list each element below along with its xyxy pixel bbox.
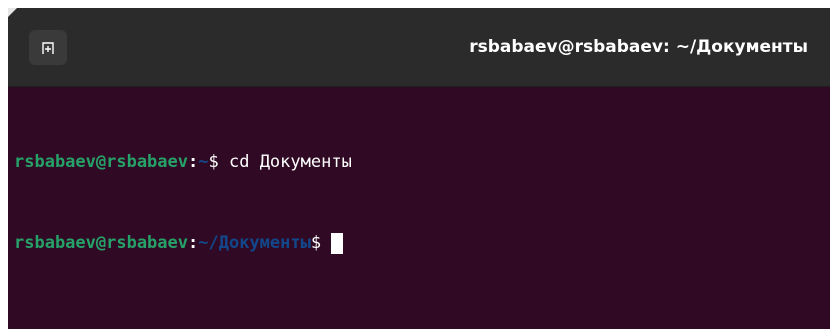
prompt-separator: : [188,233,199,253]
prompt-path: ~ [198,152,209,172]
terminal-line: rsbabaev@rsbabaev: ~ $ cd Документы [14,149,824,176]
title-bar: rsbabaev@rsbabaev: ~/Документы [8,8,830,87]
new-tab-icon [42,41,54,54]
prompt-path: ~/Документы [198,233,311,253]
terminal-output[interactable]: rsbabaev@rsbabaev: ~ $ cd Документы rsbaba… [14,95,824,325]
window-title: rsbabaev@rsbabaev: ~/Документы [469,37,808,57]
command-text: cd Документы [218,152,352,172]
text-cursor [331,233,344,254]
prompt-user-host: rsbabaev@rsbabaev [14,152,188,172]
prompt-symbol: $ [310,233,322,253]
prompt-symbol: $ [208,152,219,172]
prompt-user-host: rsbabaev@rsbabaev [14,233,188,253]
terminal-line: rsbabaev@rsbabaev: ~/Документы $ [14,230,824,257]
prompt-separator: : [188,152,199,172]
terminal-window: rsbabaev@rsbabaev: ~/Документы rsbabaev@… [8,8,830,329]
window-corner-mark [8,8,17,17]
new-tab-button[interactable] [29,30,67,65]
